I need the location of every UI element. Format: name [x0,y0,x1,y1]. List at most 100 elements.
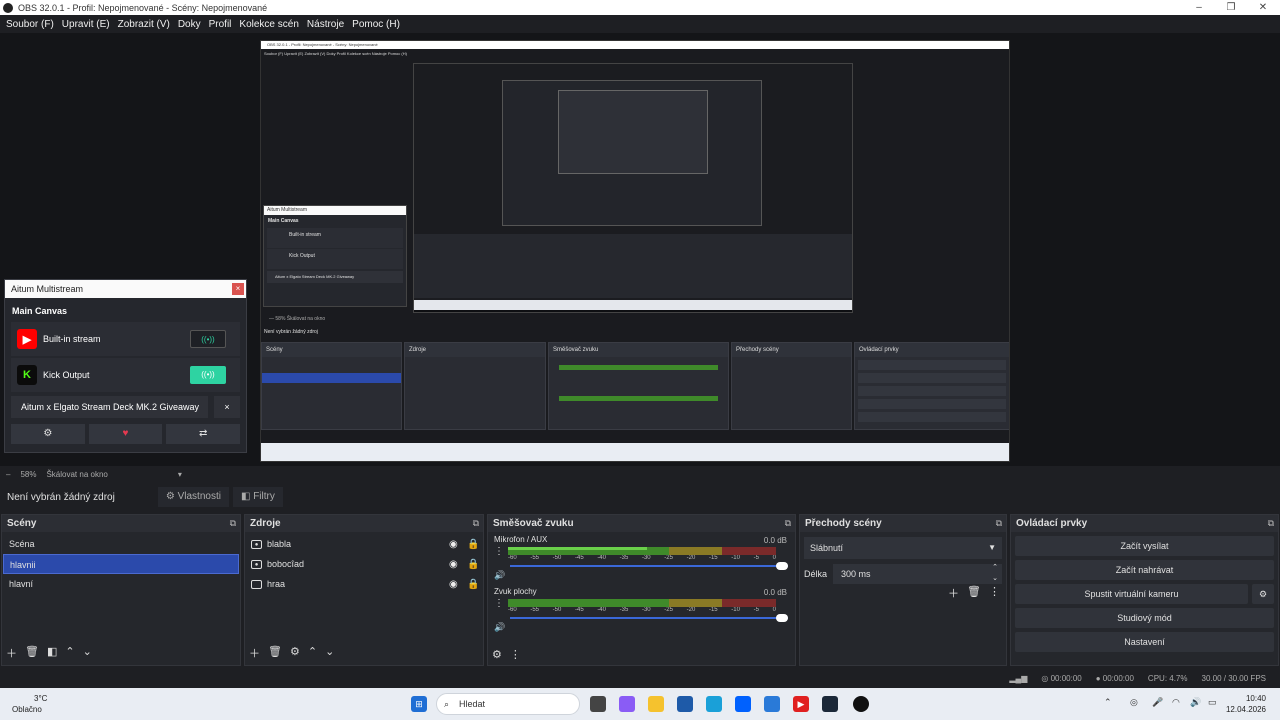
share-icon[interactable]: ⇄ [166,424,241,444]
source-item[interactable]: hraa ◉ 🔒 [245,574,483,594]
preview-canvas[interactable]: OBS 32.0.1 - Profil: Nepojmenované - Scé… [260,40,1010,462]
settings-button[interactable]: Nastavení [1015,632,1274,652]
folder-icon[interactable] [648,696,664,712]
task-view-icon[interactable] [590,696,606,712]
arrow-down-icon[interactable]: ⌄ [83,645,92,661]
filter-icon[interactable]: ◧ [47,645,57,661]
nested-transitions-title: Přechody scény [732,343,851,357]
arrow-up-icon[interactable]: ⌃ [65,645,74,661]
speaker-icon[interactable]: 🔊 [494,622,505,633]
properties-button[interactable]: ⚙ Vlastnosti [157,487,229,507]
eye-icon[interactable]: ◉ [449,559,458,570]
source-item[interactable]: ● blabla ◉ 🔒 [245,534,483,554]
chevron-up-icon[interactable]: ⌃ [1104,697,1112,708]
lock-icon[interactable]: 🔒 [467,559,479,570]
obs-taskbar-icon[interactable] [853,696,869,712]
settings-gear-icon[interactable]: ⚙ [11,424,85,444]
lock-icon[interactable]: 🔒 [467,539,479,550]
source-item[interactable]: ● bobocîad ◉ 🔒 [245,554,483,574]
output-toggle-builtin[interactable]: ((•)) [190,330,226,348]
menu-view[interactable]: Zobrazit (V) [114,19,174,30]
scenes-title: Scény [7,518,37,529]
more-icon[interactable]: ⋮ [989,585,1000,601]
transition-select[interactable]: Slábnutí ▼ [804,537,1002,559]
studio-mode-button[interactable]: Studiový mód [1015,608,1274,628]
start-streaming-button[interactable]: Začít vysílat [1015,536,1274,556]
menu-edit[interactable]: Upravit (E) [58,19,114,30]
clock[interactable]: 10:40 12.04.2026 [1226,693,1266,715]
scale-mode-select[interactable]: Škálovat na okno [46,470,107,479]
event-clear-button[interactable]: × [214,396,240,418]
more-icon[interactable]: ⋮ [510,648,521,661]
menu-docks[interactable]: Doky [174,19,205,30]
eye-icon[interactable]: ◉ [449,539,458,550]
virtual-camera-settings-gear-icon[interactable]: ⚙ [1252,584,1274,604]
network-app-icon[interactable]: ◎ [1130,697,1138,708]
multistream-close-button[interactable]: × [232,283,244,295]
duration-field[interactable]: 300 ms ⌃ ⌄ [833,564,1002,584]
chevron-down-icon[interactable]: ▾ [178,470,182,479]
zoom-out-button[interactable]: – [6,470,10,479]
start-icon[interactable]: ⊞ [411,696,427,712]
more-icon[interactable]: ⋮ [494,546,504,557]
volume-slider[interactable] [510,613,788,623]
more-icon[interactable]: ⋮ [494,598,504,609]
battery-icon[interactable]: ▭ [1208,697,1217,708]
add-icon[interactable]: ＋ [6,645,17,661]
arrow-down-icon[interactable]: ⌄ [325,645,334,661]
output-toggle-kick[interactable]: ((•)) [190,366,226,384]
start-recording-button[interactable]: Začít nahrávat [1015,560,1274,580]
gear-icon[interactable]: ⚙ [290,645,300,661]
arrow-up-icon[interactable]: ⌃ [308,645,317,661]
scene-item-selected[interactable]: hlavnii [3,554,239,574]
undock-icon[interactable]: ⧉ [1268,515,1274,532]
trash-icon[interactable]: 🗑 [268,645,282,661]
menu-help[interactable]: Pomoc (H) [348,19,404,30]
volume-icon[interactable]: 🔊 [1190,697,1201,708]
speaker-icon[interactable]: 🔊 [494,570,505,581]
multistream-titlebar: Aitum Multistream × [5,280,246,298]
menu-profile[interactable]: Profil [205,19,236,30]
wifi-icon[interactable]: ◠ [1172,697,1180,708]
scene-item[interactable]: Scéna [3,534,239,554]
spinner-icon[interactable]: ⌃ ⌄ [992,562,998,584]
filters-label: Filtry [253,491,275,502]
filters-button[interactable]: ◧ Filtry [232,487,283,507]
trash-icon[interactable]: 🗑 [967,585,981,601]
taskbar-search[interactable]: ⌕ Hledat [436,693,580,715]
steam-icon[interactable] [822,696,838,712]
trash-icon[interactable]: 🗑 [25,645,39,661]
heart-icon[interactable]: ♥ [88,424,163,444]
close-button[interactable]: ✕ [1248,0,1278,15]
dropbox-icon[interactable] [735,696,751,712]
add-icon[interactable]: ＋ [249,645,260,661]
youtube-app-icon[interactable]: ▶ [793,696,809,712]
stream-icon: ◎ [1041,673,1051,683]
edge-icon[interactable] [706,696,722,712]
mail-icon[interactable] [764,696,780,712]
menu-file[interactable]: Soubor (F) [2,19,58,30]
microphone-icon[interactable]: 🎤 [1152,697,1163,708]
add-icon[interactable]: ＋ [948,585,959,601]
start-virtual-camera-button[interactable]: Spustit virtuální kameru [1015,584,1248,604]
undock-icon[interactable]: ⧉ [996,515,1002,532]
volume-slider[interactable] [510,561,788,571]
weather-widget[interactable]: 3°C Oblačno [12,693,47,715]
undock-icon[interactable]: ⧉ [785,515,791,532]
menu-scene-collection[interactable]: Kolekce scén [235,19,302,30]
mixer-settings-icon[interactable]: ⚙ [492,648,502,661]
menu-tools[interactable]: Nástroje [303,19,348,30]
copilot-icon[interactable] [619,696,635,712]
eye-icon[interactable]: ◉ [449,579,458,590]
scene-item[interactable]: hlavní [3,574,239,594]
slider-knob[interactable] [776,614,788,622]
minimize-button[interactable]: – [1184,0,1214,15]
record-icon: ● [1095,673,1103,683]
undock-icon[interactable]: ⧉ [230,515,236,532]
lock-icon[interactable]: 🔒 [467,579,479,590]
event-title-field[interactable]: Aitum x Elgato Stream Deck MK.2 Giveaway [11,396,208,418]
store-icon[interactable] [677,696,693,712]
undock-icon[interactable]: ⧉ [473,515,479,532]
maximize-button[interactable]: ❐ [1216,0,1246,15]
slider-knob[interactable] [776,562,788,570]
